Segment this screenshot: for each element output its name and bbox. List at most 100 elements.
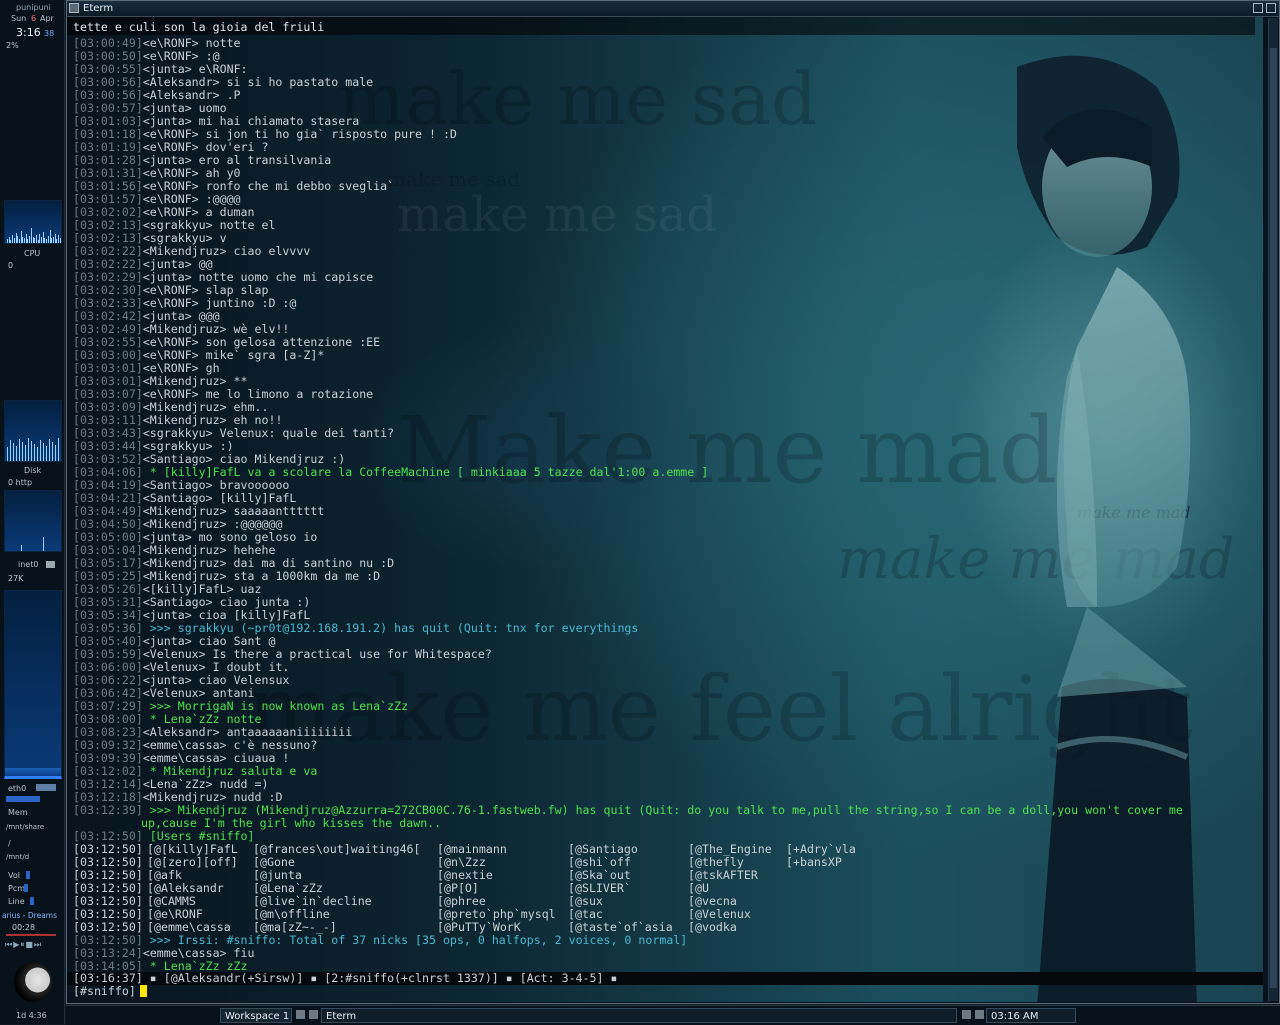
next-icon[interactable]: ⏭ [34, 940, 42, 949]
text-cursor [139, 985, 147, 997]
nickname: <e\RONF> [142, 387, 199, 401]
timestamp: [03:02:22] [73, 257, 143, 271]
timestamp: [03:06:00] [73, 660, 143, 674]
message-text: gh [198, 361, 220, 375]
nickname: <Mikendjruz> [142, 517, 227, 531]
nickname: <sgrakkyu> [142, 218, 213, 232]
vol-label[interactable]: Vol [8, 871, 20, 880]
eterm-window[interactable]: Eterm make me sad make me sad make me sa… [66, 0, 1280, 1004]
workspace-switcher[interactable]: Workspace 1 [220, 1008, 292, 1023]
message-text: ehm.. [226, 400, 269, 414]
mount-root: / [8, 839, 11, 848]
message-text: @@ [191, 257, 213, 271]
timestamp: [03:05:25] [73, 569, 143, 583]
window-menu-icon[interactable] [69, 3, 79, 13]
timestamp: [03:07:29] [73, 699, 143, 713]
nickname: <e\RONF> [142, 36, 199, 50]
nickname: <junta> [142, 62, 192, 76]
terminal-scrollbar[interactable] [1268, 18, 1278, 1001]
timestamp: [03:03:01] [73, 374, 143, 388]
dock-date: 6 [31, 14, 37, 23]
input-prompt: [#sniffo] [73, 984, 136, 998]
input-line[interactable]: [#sniffo] [73, 985, 147, 998]
timestamp: [03:00:57] [73, 101, 143, 115]
close-icon[interactable] [1266, 3, 1276, 13]
timestamp: [03:01:18] [73, 127, 143, 141]
moon-phase-icon [14, 962, 52, 1002]
nickname: <[killy]FafL> [142, 582, 234, 596]
nickname: <sgrakkyu> [142, 439, 213, 453]
message-text: @@@ [191, 309, 220, 323]
disk-value: 0 http [8, 478, 33, 487]
timestamp: [03:05:04] [73, 543, 143, 557]
minimize-icon[interactable] [1253, 3, 1263, 13]
net-graph [4, 490, 62, 552]
taskbar-clock: 03:16 AM [986, 1008, 1076, 1023]
timestamp: [03:08:23] [73, 725, 143, 739]
dock-load: 2% [6, 41, 19, 50]
nickname: <e\RONF> [142, 348, 199, 362]
message-text: :@ [198, 49, 220, 63]
message-text: si jon ti ho gia` risposto pure ! :D [198, 127, 457, 141]
nickname: <e\RONF> [142, 140, 199, 154]
timestamp: [03:04:19] [73, 478, 143, 492]
mount-share: /mnt/share [6, 823, 45, 831]
timestamp: [03:02:13] [73, 231, 143, 245]
nickname: <emme\cassa> [142, 946, 227, 960]
dock-seconds: 38 [44, 29, 55, 38]
timestamp: [03:12:18] [73, 790, 143, 804]
message-text: notte [198, 36, 241, 50]
player-track: arius - Dreams [2, 911, 58, 920]
message-text: Velenux: quale dei tanti? [212, 426, 395, 440]
terminal-area[interactable]: make me sad make me sad make me sad Make… [67, 17, 1263, 1002]
timestamp: [03:04:50] [73, 517, 143, 531]
workspace-next-icon[interactable] [309, 1010, 318, 1019]
scrollbar-thumb[interactable] [1270, 48, 1277, 988]
message-text: nudd =) [212, 777, 269, 791]
task-eterm[interactable]: Eterm [321, 1008, 957, 1023]
player-controls[interactable]: ⏮▶⏸■⏭ [5, 940, 61, 950]
timestamp: [03:05:26] [73, 582, 143, 596]
nickname: <junta> [142, 309, 192, 323]
workspace-prev-icon[interactable] [296, 1010, 305, 1019]
nickname: <junta> [142, 114, 192, 128]
nickname: <junta> [142, 101, 192, 115]
timestamp: [03:06:42] [73, 686, 143, 700]
stop-icon[interactable]: ■ [25, 940, 34, 949]
timestamp: [03:06:22] [73, 673, 143, 687]
timestamp: [03:05:17] [73, 556, 143, 570]
message-text: ciao junta :) [212, 595, 311, 609]
dock-day: Sun [11, 14, 27, 23]
nickname: <e\RONF> [142, 127, 199, 141]
message-text: dai ma di santino nu :D [226, 556, 395, 570]
nickname: <junta> [142, 153, 192, 167]
message-text: eh no!! [226, 413, 283, 427]
message-text: ciao Velensux [191, 673, 290, 687]
timestamp: [03:01:03] [73, 114, 143, 128]
timestamp: [03:04:06] [73, 465, 143, 479]
irssi-statusbar: [03:16:37] ▪ [@Aleksandr(+Sirsw)] ▪ [2:#… [67, 972, 1263, 985]
task-next-icon[interactable] [975, 1010, 984, 1019]
timestamp: [03:00:50] [73, 49, 143, 63]
window-titlebar[interactable]: Eterm [67, 1, 1279, 17]
net-label: inet0 [18, 560, 39, 569]
nickname: <Mikendjruz> [142, 322, 227, 336]
timestamp: [03:05:00] [73, 530, 143, 544]
message-text: * Lena`zZz notte [142, 712, 262, 726]
message-text: * [killy]FafL va a scolare la CoffeeMach… [142, 465, 709, 479]
nickname: <Mikendjruz> [142, 556, 227, 570]
message-text: uomo [191, 101, 227, 115]
cpu-graph [4, 200, 62, 244]
nickname: <e\RONF> [142, 335, 199, 349]
pcm-label[interactable]: Pcm [8, 884, 25, 893]
message-text: mo sono geloso io [191, 530, 318, 544]
timestamp: [03:00:49] [73, 36, 143, 50]
line-label[interactable]: Line [8, 897, 25, 906]
message-text: ciao elvvvv [226, 244, 311, 258]
timestamp: [03:04:21] [73, 491, 143, 505]
task-prev-icon[interactable] [962, 1010, 971, 1019]
timestamp: [03:03:01] [73, 361, 143, 375]
prev-icon[interactable]: ⏮ [5, 940, 13, 949]
nick-entry: [@vodka [688, 920, 737, 934]
message-text: mi hai chiamato stasera [191, 114, 360, 128]
